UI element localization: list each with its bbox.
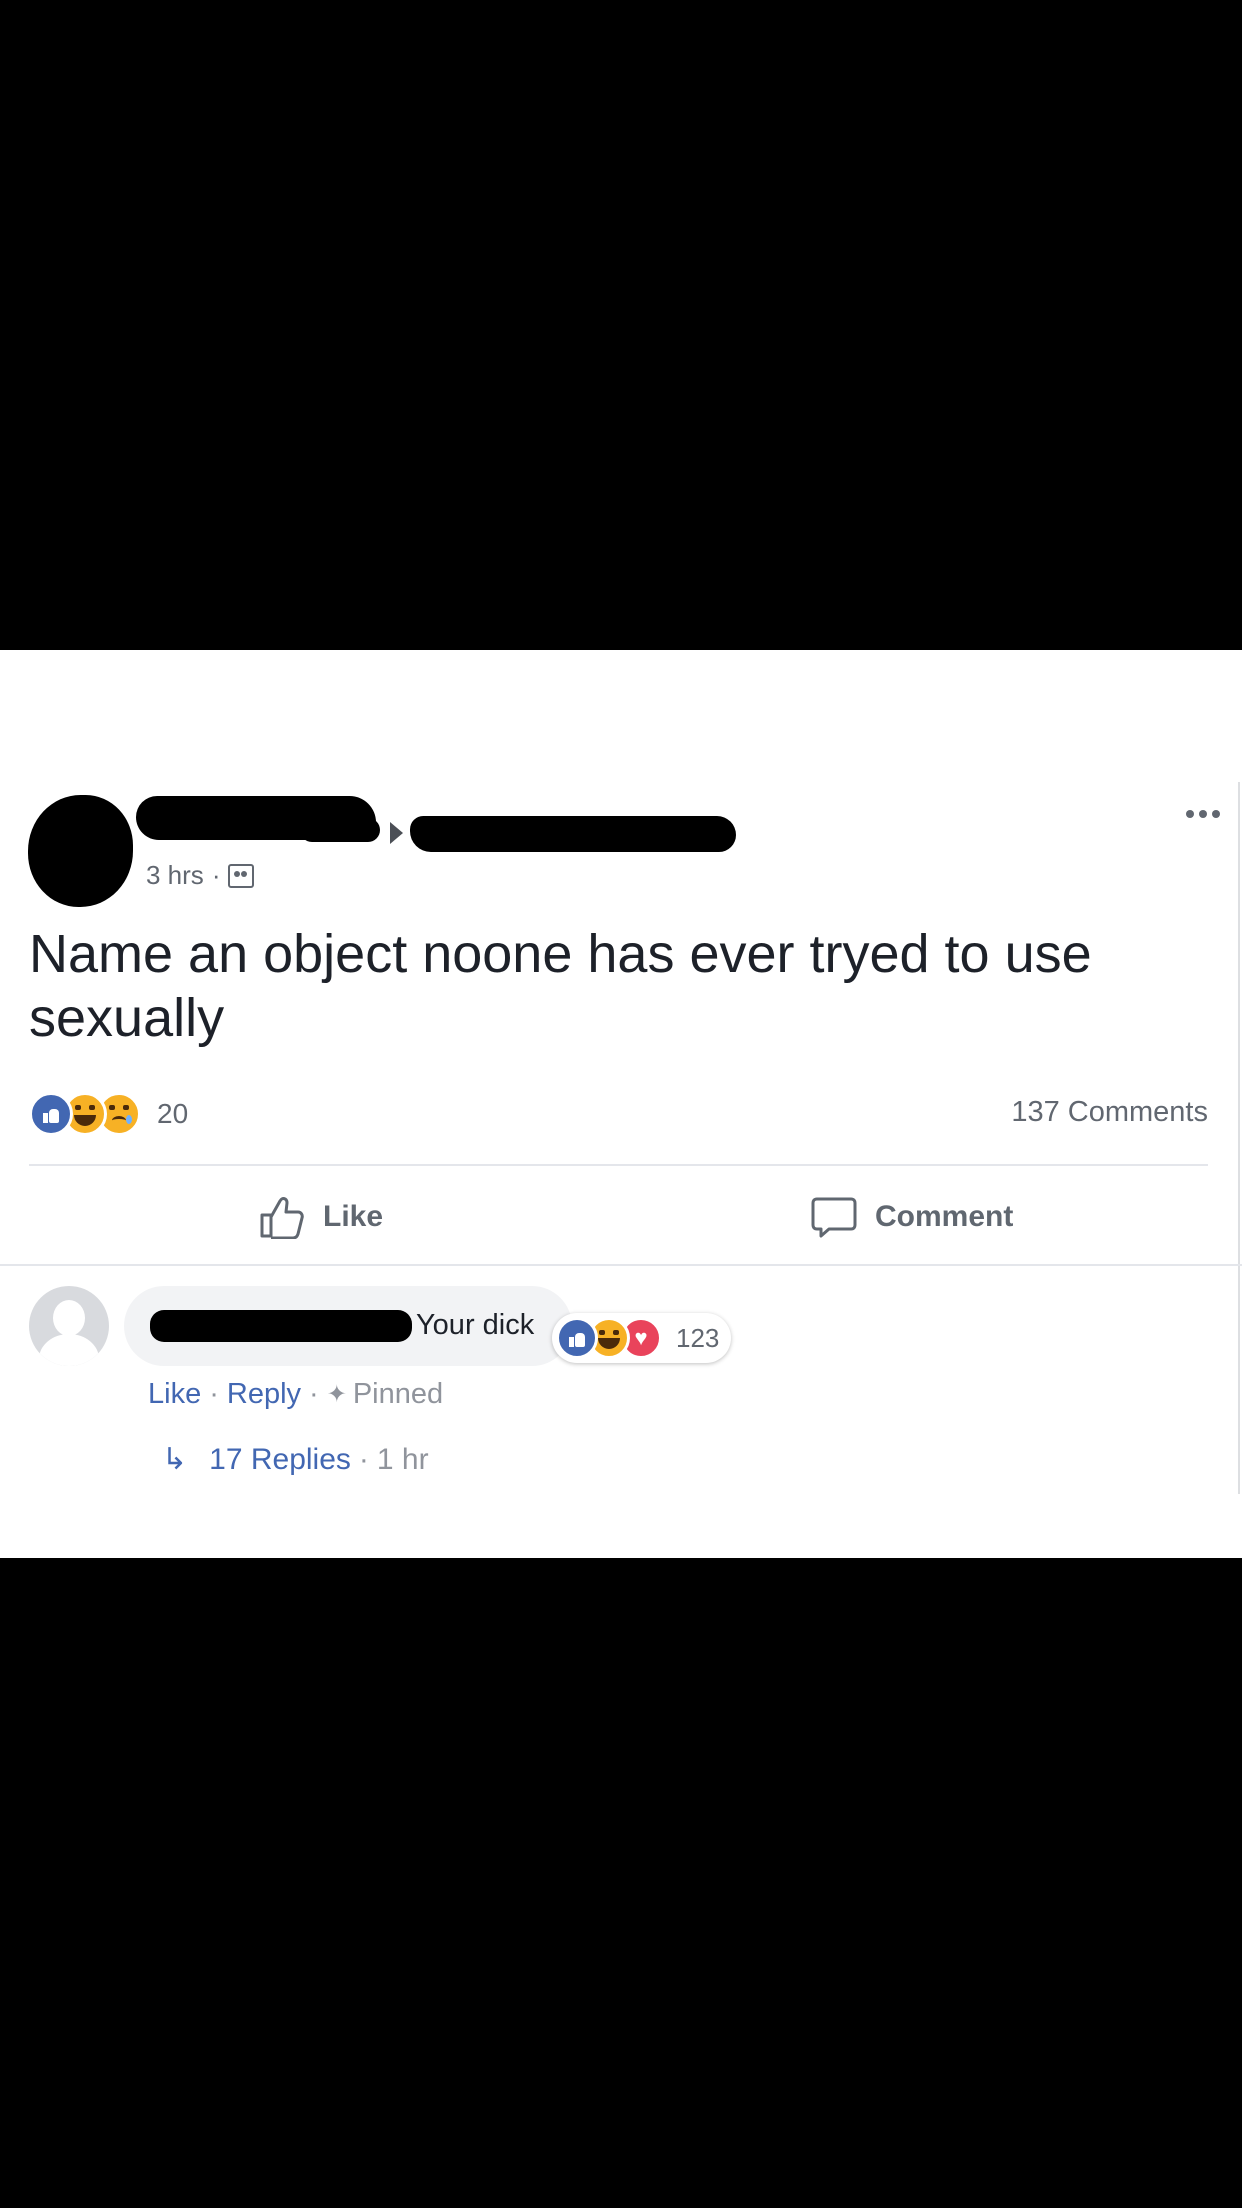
author-avatar-redacted[interactable] xyxy=(28,795,133,907)
comment-reactions-summary[interactable]: ♥ 123 xyxy=(552,1313,732,1363)
comments-count-link[interactable]: 137 Comments xyxy=(1011,1096,1208,1129)
replies-time: 1 hr xyxy=(376,1442,429,1476)
comment-reaction-count: 123 xyxy=(676,1322,720,1353)
card-border xyxy=(1238,782,1240,1494)
comment-button[interactable]: Comment xyxy=(811,1195,1013,1239)
target-name-redacted[interactable] xyxy=(410,816,736,852)
meta-separator: · xyxy=(358,1442,369,1476)
more-options-button[interactable] xyxy=(1186,810,1220,818)
pinned-label: Pinned xyxy=(352,1378,444,1410)
meta-separator: · xyxy=(209,1378,219,1410)
post-time[interactable]: 3 hrs xyxy=(146,860,204,891)
view-replies-link[interactable]: ↳ 17 Replies · 1 hr xyxy=(162,1442,429,1477)
replies-count[interactable]: 17 Replies xyxy=(209,1443,351,1477)
like-icon xyxy=(29,1092,73,1136)
reply-arrow-icon: ↳ xyxy=(162,1443,188,1476)
like-button[interactable]: Like xyxy=(259,1195,383,1239)
dot-icon xyxy=(1186,810,1194,818)
like-icon xyxy=(556,1317,598,1359)
comment-button-label: Comment xyxy=(875,1200,1014,1233)
comment-reply-link[interactable]: Reply xyxy=(227,1378,301,1411)
group-audience-icon[interactable] xyxy=(228,863,255,888)
divider xyxy=(29,1164,1208,1166)
shared-to-arrow-icon xyxy=(390,822,403,844)
post-text: Name an object noone has ever tryed to u… xyxy=(29,924,1092,1048)
reaction-count: 20 xyxy=(157,1098,189,1129)
comment-like-link[interactable]: Like xyxy=(148,1378,201,1411)
comment-text: Your dick xyxy=(416,1309,535,1341)
speech-bubble-icon xyxy=(811,1197,857,1238)
dot-icon xyxy=(1199,810,1207,818)
like-button-label: Like xyxy=(323,1200,384,1233)
comment-actions: Like · Reply · ✦ Pinned xyxy=(148,1378,443,1411)
post-meta: 3 hrs · xyxy=(146,860,255,891)
thumbs-up-icon xyxy=(260,1197,304,1239)
commenter-avatar[interactable] xyxy=(29,1286,109,1366)
dot-icon xyxy=(1212,810,1220,818)
author-name-redacted-tail xyxy=(300,818,380,842)
meta-separator: · xyxy=(309,1378,319,1410)
post-card: 3 hrs · Name an object noone has ever tr… xyxy=(0,650,1242,1558)
divider xyxy=(0,1264,1242,1266)
meta-separator: · xyxy=(211,860,221,890)
pin-icon: ✦ xyxy=(326,1381,347,1408)
post-reactions-summary[interactable]: 20 xyxy=(29,1092,188,1136)
commenter-name-redacted[interactable] xyxy=(150,1310,412,1342)
